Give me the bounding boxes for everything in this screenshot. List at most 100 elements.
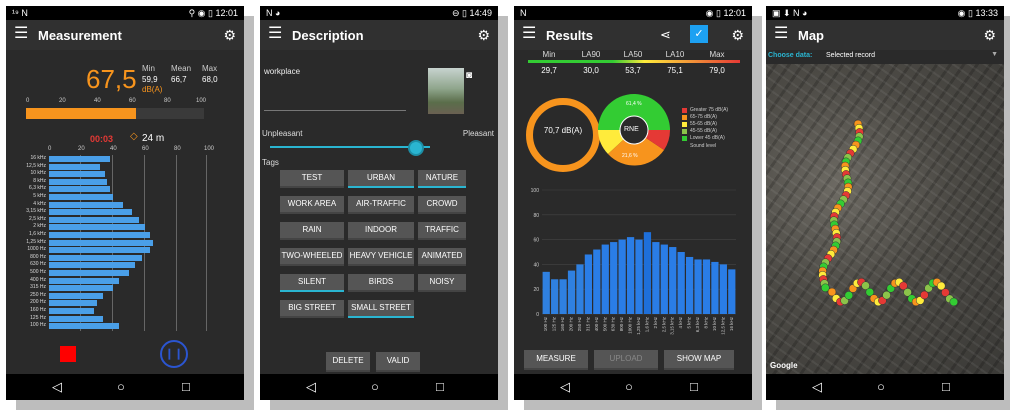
- spectrum-bar: [49, 209, 133, 216]
- tag-work-area[interactable]: WORK AREA: [280, 196, 344, 214]
- tag-animated[interactable]: ANIMATED: [418, 248, 466, 266]
- spectrum-bar: [49, 186, 110, 193]
- y-tick-label: 20: [533, 287, 539, 293]
- tag-test[interactable]: TEST: [280, 170, 344, 188]
- spectrum-band-label: 400 Hz: [30, 276, 46, 283]
- frequency-bar: [576, 264, 584, 314]
- map-pin-icon[interactable]: [844, 291, 854, 300]
- tag-urban[interactable]: URBAN: [348, 170, 414, 188]
- frequency-bar: [711, 261, 719, 314]
- spectrum-band-label: 4 kHz: [33, 200, 46, 207]
- spectrum-band-label: 200 Hz: [30, 299, 46, 306]
- dropdown-arrow-icon[interactable]: ▼: [991, 51, 998, 58]
- stat-value: 29,7: [541, 66, 557, 75]
- menu-icon[interactable]: ☰: [268, 26, 282, 42]
- mean-value: 66,7: [171, 75, 187, 84]
- home-icon[interactable]: ○: [625, 379, 633, 394]
- record-select[interactable]: Selected record: [826, 52, 875, 59]
- scale-tick: 60: [129, 98, 136, 104]
- stop-button[interactable]: [60, 346, 76, 362]
- recent-apps-icon[interactable]: □: [690, 379, 698, 394]
- back-icon[interactable]: ◁: [560, 379, 570, 395]
- tag-crowd[interactable]: CROWD: [418, 196, 466, 214]
- map-pin-icon[interactable]: [882, 290, 891, 300]
- recent-apps-icon[interactable]: □: [436, 379, 444, 394]
- photo-thumbnail[interactable]: [428, 68, 464, 114]
- x-tick-label: 200 Hz: [569, 316, 574, 331]
- choose-data-label: Choose data:: [768, 52, 813, 59]
- tag-big-street[interactable]: BIG STREET: [280, 300, 344, 318]
- settings-sliders-icon[interactable]: ⚙: [983, 27, 996, 44]
- tag-silent[interactable]: SILENT: [280, 274, 344, 292]
- menu-icon[interactable]: ☰: [774, 26, 788, 42]
- camera-icon[interactable]: ◙: [466, 70, 472, 81]
- gridline: [176, 155, 177, 331]
- measure-button[interactable]: MEASURE: [524, 350, 588, 370]
- y-tick-label: 40: [533, 262, 539, 268]
- x-tick-label: 10 kHz: [712, 316, 717, 331]
- spectrum-tick: 20: [78, 146, 85, 152]
- legend-swatch: [682, 129, 687, 134]
- tag-birds[interactable]: BIRDS: [348, 274, 414, 292]
- pleasantness-slider[interactable]: [270, 146, 430, 148]
- spectrum-band-label: 2 kHz: [33, 223, 46, 230]
- frequency-bar: [694, 259, 702, 314]
- frequency-bar: [635, 239, 643, 314]
- status-bar: N ◕ ⊖ ▯ 14:49: [260, 6, 498, 20]
- home-icon[interactable]: ○: [877, 379, 885, 394]
- spectrum-band-label: 6,3 kHz: [29, 185, 46, 192]
- spectrum-band-label: 10 kHz: [30, 170, 46, 177]
- tag-indoor[interactable]: INDOOR: [348, 222, 414, 240]
- menu-icon[interactable]: ☰: [522, 26, 536, 42]
- map-marker-layer: [818, 119, 959, 307]
- share-icon[interactable]: ⋖: [660, 27, 671, 43]
- scale-tick: 40: [94, 98, 101, 104]
- recent-apps-icon[interactable]: □: [182, 379, 190, 394]
- map-pin-icon[interactable]: [949, 297, 959, 307]
- back-icon[interactable]: ◁: [812, 379, 822, 395]
- current-level-value: 67,5: [86, 64, 137, 94]
- show-map-button[interactable]: SHOW MAP: [664, 350, 734, 370]
- tag-nature[interactable]: NATURE: [418, 170, 466, 188]
- spectrum-bar: [49, 216, 139, 223]
- spectrum-band-label: 160 Hz: [30, 307, 46, 313]
- x-tick-label: 800 Hz: [619, 316, 624, 331]
- pause-button[interactable]: ❙❙: [160, 340, 188, 368]
- unit-label: dB(A): [142, 85, 163, 94]
- description-field[interactable]: workplace: [264, 67, 300, 76]
- tag-air-traffic[interactable]: AIR-TRAFFIC: [348, 196, 414, 214]
- recent-apps-icon[interactable]: □: [942, 379, 950, 394]
- frequency-bar: [626, 237, 635, 314]
- tag-heavy-vehicle[interactable]: HEAVY VEHICLE: [348, 248, 414, 266]
- slider-thumb[interactable]: [408, 140, 424, 156]
- tag-rain[interactable]: RAIN: [280, 222, 344, 240]
- legend-footer: Sound level: [690, 143, 717, 149]
- map-pin-icon[interactable]: [920, 290, 929, 300]
- tag-small-street[interactable]: SMALL STREET: [348, 300, 414, 318]
- x-tick-label: 1000 Hz: [628, 316, 633, 334]
- app-bar: ☰ Description ⚙: [260, 20, 498, 50]
- valid-button[interactable]: VALID: [376, 352, 420, 372]
- scale-tick: 0: [26, 98, 30, 104]
- tag-two-wheeled[interactable]: TWO-WHEELED: [280, 248, 344, 266]
- tag-noisy[interactable]: NOISY: [418, 274, 466, 292]
- menu-icon[interactable]: ☰: [14, 26, 28, 42]
- nav-bar: ◁ ○ □: [6, 374, 244, 400]
- status-left: ▣ ⬇ N ◕: [772, 8, 808, 18]
- scale-tick: 100: [196, 98, 207, 104]
- settings-sliders-icon[interactable]: ⚙: [731, 27, 744, 44]
- distance-value: 24 m: [142, 133, 165, 144]
- status-bar: N ◉ ▯ 12:01: [514, 6, 752, 20]
- delete-button[interactable]: DELETE: [326, 352, 370, 372]
- back-icon[interactable]: ◁: [306, 379, 316, 395]
- twitter-icon[interactable]: ✓: [690, 25, 708, 43]
- home-icon[interactable]: ○: [117, 379, 125, 394]
- upload-button[interactable]: UPLOAD: [594, 350, 658, 370]
- home-icon[interactable]: ○: [371, 379, 379, 394]
- nav-bar: ◁ ○ □: [260, 374, 498, 400]
- settings-sliders-icon[interactable]: ⚙: [477, 27, 490, 44]
- status-icons: ⊖ ▯: [451, 8, 470, 18]
- tag-traffic[interactable]: TRAFFIC: [418, 222, 466, 240]
- back-icon[interactable]: ◁: [52, 379, 62, 395]
- settings-sliders-icon[interactable]: ⚙: [223, 27, 236, 44]
